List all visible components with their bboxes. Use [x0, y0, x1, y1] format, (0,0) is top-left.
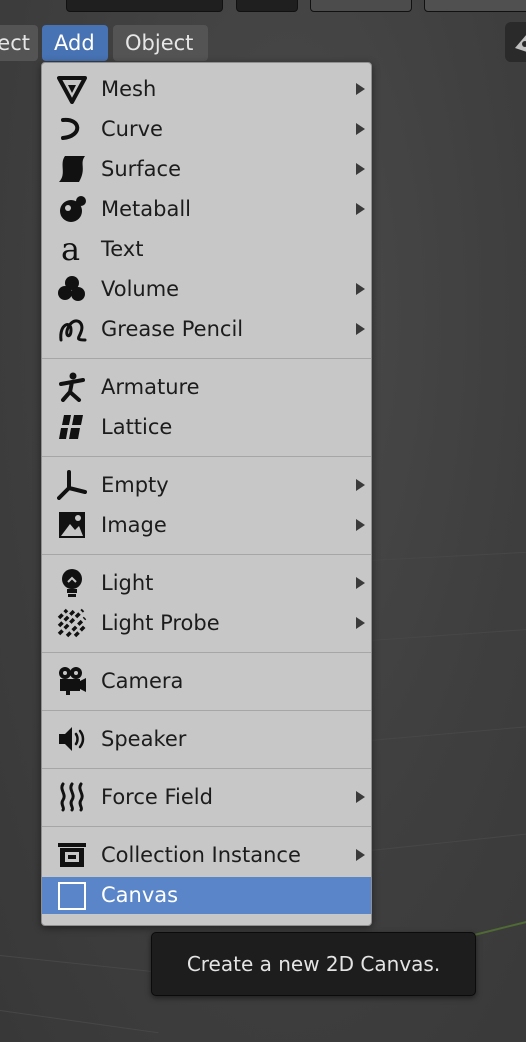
grid-line: [0, 955, 160, 973]
menu-item-label: Mesh: [101, 77, 157, 101]
force-field-icon: [56, 782, 88, 812]
menu-object[interactable]: Object: [113, 25, 208, 61]
menu-item-curve[interactable]: Curve: [42, 109, 371, 149]
tooltip: Create a new 2D Canvas.: [151, 932, 476, 996]
menu-item-armature[interactable]: Armature: [42, 367, 371, 407]
menu-item-image[interactable]: Image: [42, 505, 371, 545]
menu-item-surface[interactable]: Surface: [42, 149, 371, 189]
menu-item-metaball[interactable]: Metaball: [42, 189, 371, 229]
menu-item-label: Text: [101, 237, 144, 261]
submenu-arrow-icon: [356, 123, 365, 135]
canvas-icon: [56, 881, 88, 911]
menu-separator: [42, 554, 371, 555]
grid-line: [0, 1010, 159, 1034]
curve-icon: [56, 114, 88, 144]
text-icon: a: [56, 234, 88, 264]
svg-text:a: a: [61, 234, 80, 264]
menu-item-lattice[interactable]: Lattice: [42, 407, 371, 447]
menu-item-label: Armature: [101, 375, 200, 399]
menu-separator: [42, 456, 371, 457]
submenu-arrow-icon: [356, 791, 365, 803]
menu-separator: [42, 768, 371, 769]
submenu-arrow-icon: [356, 83, 365, 95]
menu-separator: [42, 358, 371, 359]
submenu-arrow-icon: [356, 577, 365, 589]
menu-item-label: Image: [101, 513, 167, 537]
menu-item-label: Light Probe: [101, 611, 220, 635]
submenu-arrow-icon: [356, 617, 365, 629]
menu-item-label: Force Field: [101, 785, 213, 809]
mesh-cone-icon: [56, 74, 88, 104]
submenu-arrow-icon: [356, 519, 365, 531]
menu-item-label: Collection Instance: [101, 843, 301, 867]
collection-icon: [56, 840, 88, 870]
menu-item-camera[interactable]: Camera: [42, 661, 371, 701]
empty-icon: [56, 470, 88, 500]
toolbar-dropdown[interactable]: [66, 0, 223, 12]
menu-select[interactable]: ect: [0, 25, 38, 61]
grid-line: [369, 829, 526, 851]
menu-separator: [42, 826, 371, 827]
menu-item-canvas[interactable]: Canvas: [42, 877, 371, 914]
menu-item-label: Curve: [101, 117, 163, 141]
metaball-icon: [56, 194, 88, 224]
grid-line: [369, 626, 526, 641]
menu-item-label: Camera: [101, 669, 184, 693]
menu-item-grease-pencil[interactable]: Grease Pencil: [42, 309, 371, 349]
toolbar-proportional-button[interactable]: [424, 0, 526, 12]
menu-item-volume[interactable]: Volume: [42, 269, 371, 309]
toolbar-snap-button[interactable]: [310, 0, 412, 12]
menu-item-text[interactable]: a Text: [42, 229, 371, 269]
speaker-icon: [56, 724, 88, 754]
lattice-icon: [56, 412, 88, 442]
menu-item-label: Surface: [101, 157, 182, 181]
light-bulb-icon: [56, 568, 88, 598]
image-icon: [56, 510, 88, 540]
menu-item-label: Light: [101, 571, 154, 595]
light-probe-icon: [56, 608, 88, 638]
menu-item-label: Metaball: [101, 197, 192, 221]
menu-item-light-probe[interactable]: Light Probe: [42, 603, 371, 643]
x-axis-line: [469, 918, 526, 937]
menu-item-collection-instance[interactable]: Collection Instance: [42, 835, 371, 875]
submenu-arrow-icon: [356, 479, 365, 491]
view-gizmo-button[interactable]: [505, 22, 526, 62]
top-toolbar: [0, 0, 526, 12]
submenu-arrow-icon: [356, 163, 365, 175]
grease-pencil-icon: [56, 314, 88, 344]
armature-icon: [56, 372, 88, 402]
volume-icon: [56, 274, 88, 304]
submenu-arrow-icon: [356, 849, 365, 861]
menu-item-label: Canvas: [101, 883, 179, 907]
menu-item-label: Empty: [101, 473, 169, 497]
menu-item-label: Grease Pencil: [101, 317, 244, 341]
camera-icon: [56, 666, 88, 696]
menu-item-light[interactable]: Light: [42, 563, 371, 603]
menu-item-empty[interactable]: Empty: [42, 465, 371, 505]
grid-line: [369, 549, 526, 561]
toolbar-pivot-button[interactable]: [236, 0, 298, 12]
menu-item-label: Speaker: [101, 727, 187, 751]
eye-icon: [515, 35, 526, 52]
submenu-arrow-icon: [356, 323, 365, 335]
submenu-arrow-icon: [356, 203, 365, 215]
add-menu: Mesh Curve Surface Metaball a Text Volum…: [41, 62, 372, 926]
menu-item-force-field[interactable]: Force Field: [42, 777, 371, 817]
menu-separator: [42, 652, 371, 653]
surface-icon: [56, 154, 88, 184]
menu-add[interactable]: Add: [42, 25, 108, 61]
submenu-arrow-icon: [356, 283, 365, 295]
menu-item-speaker[interactable]: Speaker: [42, 719, 371, 759]
menu-separator: [42, 710, 371, 711]
menu-item-label: Lattice: [101, 415, 173, 439]
menu-item-label: Volume: [101, 277, 180, 301]
menu-item-mesh[interactable]: Mesh: [42, 69, 371, 109]
grid-line: [369, 722, 526, 741]
